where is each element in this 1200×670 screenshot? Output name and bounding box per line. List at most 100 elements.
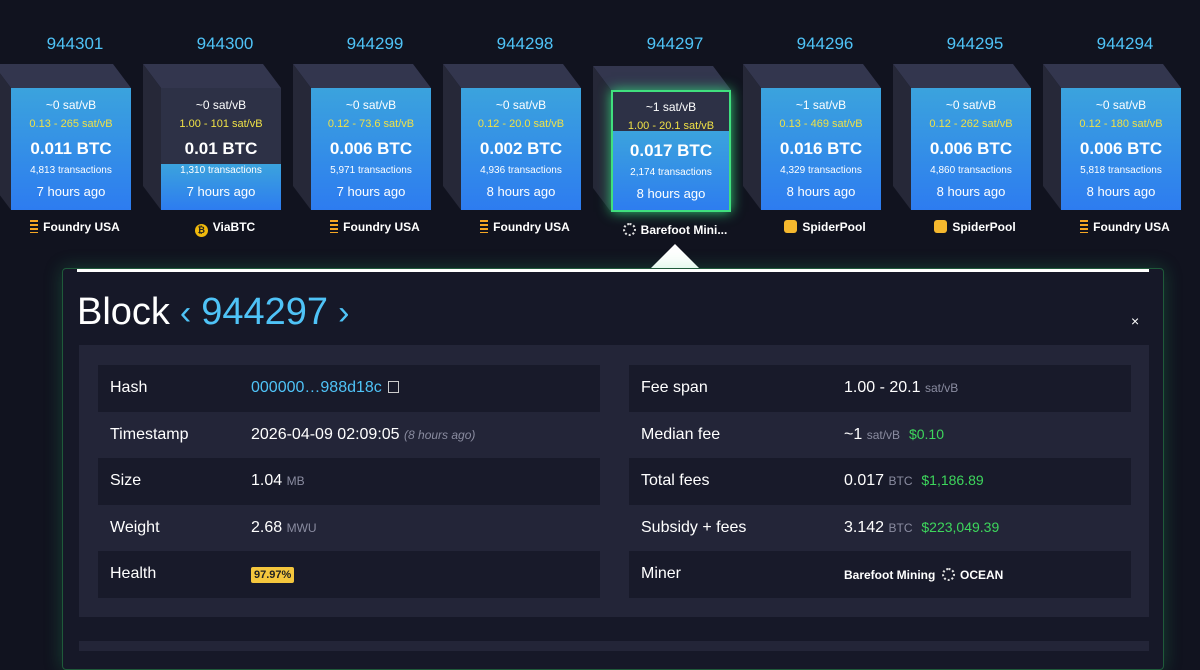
- block-cube-face[interactable]: ~0 sat/vB 0.13 - 265 sat/vB 0.011 BTC 4,813…: [11, 88, 131, 210]
- subsidy-usd: $223,049.39: [921, 518, 1000, 535]
- block-median-fee: ~0 sat/vB: [45, 98, 97, 112]
- subsidy-unit: BTC: [888, 520, 913, 535]
- subsidy-value: 3.142: [844, 518, 885, 536]
- block-tx-count: 4,813 transactions: [30, 165, 112, 176]
- block-cube-face[interactable]: ~0 sat/vB 0.12 - 20.0 sat/vB 0.002 BTC 4,93…: [461, 88, 581, 210]
- block-miner[interactable]: Foundry USA: [300, 220, 450, 234]
- ocean-icon: [622, 223, 636, 236]
- block-height-label[interactable]: 944301: [0, 34, 150, 54]
- block-fee-range: 0.12 - 262 sat/vB: [929, 118, 1013, 130]
- close-icon[interactable]: ×: [1131, 313, 1139, 329]
- panel-top-rule: [77, 269, 1149, 272]
- block-miner-name: Foundry USA: [1093, 220, 1170, 234]
- fee-span-label: Fee span: [641, 379, 708, 396]
- hash-label: Hash: [110, 379, 148, 396]
- block-cube[interactable]: ~1 sat/vB 0.13 - 469 sat/vB 0.016 BTC 4,329…: [743, 64, 881, 210]
- fee-span-unit: sat/vB: [924, 381, 959, 395]
- block-miner[interactable]: Barefoot Mini...: [600, 223, 750, 237]
- block-miner[interactable]: Foundry USA: [450, 220, 600, 234]
- block-height-label[interactable]: 944294: [1050, 34, 1200, 54]
- block-1[interactable]: 944300 ~0 sat/vB 1.00 - 101 sat/vB 0.01 BTC…: [143, 0, 300, 250]
- block-cube[interactable]: ~1 sat/vB 1.00 - 20.1 sat/vB 0.017 BTC 2,17…: [593, 66, 731, 212]
- blockchain-strip: 944301 ~0 sat/vB 0.13 - 265 sat/vB 0.011 BT…: [0, 0, 1200, 250]
- block-cube[interactable]: ~0 sat/vB 1.00 - 101 sat/vB 0.01 BTC 1,310 …: [143, 64, 281, 210]
- block-6[interactable]: 944295 ~0 sat/vB 0.12 - 262 sat/vB 0.006 BT…: [893, 0, 1050, 250]
- block-height-label[interactable]: 944297: [600, 34, 750, 54]
- block-median-fee: ~1 sat/vB: [795, 98, 847, 112]
- block-cube-top: [743, 64, 881, 88]
- block-height-label[interactable]: 944299: [300, 34, 450, 54]
- block-tx-count: 4,329 transactions: [780, 165, 862, 176]
- block-miner-name: Foundry USA: [343, 220, 420, 234]
- block-cube[interactable]: ~0 sat/vB 0.12 - 180 sat/vB 0.006 BTC 5,818…: [1043, 64, 1181, 210]
- total-fees-usd: $1,186.89: [921, 472, 984, 488]
- miner-row: Miner Barefoot Mining OCEAN: [629, 551, 1131, 598]
- timestamp-value: 2026-04-09 02:09:05: [251, 425, 400, 443]
- block-title-label: Block: [77, 291, 170, 333]
- block-cube-face[interactable]: ~0 sat/vB 0.12 - 73.6 sat/vB 0.006 BTC 5,97…: [311, 88, 431, 210]
- block-cube-face[interactable]: ~1 sat/vB 0.13 - 469 sat/vB 0.016 BTC 4,329…: [761, 88, 881, 210]
- spiderpool-icon: [784, 220, 798, 233]
- hash-link[interactable]: 000000…988d18c: [251, 379, 382, 396]
- block-total-fees: 0.006 BTC: [1079, 139, 1163, 158]
- block-time: 8 hours ago: [1086, 184, 1156, 199]
- block-7[interactable]: 944294 ~0 sat/vB 0.12 - 180 sat/vB 0.006 BT…: [1043, 0, 1200, 250]
- block-miner[interactable]: Foundry USA: [1050, 220, 1200, 234]
- block-cube-top: [893, 64, 1031, 88]
- miner-label: Miner: [641, 565, 682, 582]
- block-miner-name: SpiderPool: [802, 220, 866, 234]
- block-time: 8 hours ago: [786, 184, 856, 199]
- block-tx-count: 1,310 transactions: [180, 165, 262, 176]
- block-fee-range: 0.13 - 265 sat/vB: [29, 118, 113, 130]
- block-miner-name: Foundry USA: [493, 220, 570, 234]
- block-total-fees: 0.011 BTC: [30, 139, 112, 158]
- block-cube-face[interactable]: ~0 sat/vB 0.12 - 262 sat/vB 0.006 BTC 4,860…: [911, 88, 1031, 210]
- subsidy-row: Subsidy + fees 3.142 BTC $223,049.39: [629, 505, 1131, 552]
- block-cube[interactable]: ~0 sat/vB 0.12 - 262 sat/vB 0.006 BTC 4,860…: [893, 64, 1031, 210]
- block-title: Block ‹ 944297 ›: [77, 291, 359, 334]
- block-0[interactable]: 944301 ~0 sat/vB 0.13 - 265 sat/vB 0.011 BT…: [0, 0, 150, 250]
- block-cube-face[interactable]: ~0 sat/vB 0.12 - 180 sat/vB 0.006 BTC 5,818…: [1061, 88, 1181, 210]
- block-height-label[interactable]: 944296: [750, 34, 900, 54]
- block-time: 7 hours ago: [186, 184, 256, 199]
- prev-block-button[interactable]: ‹: [180, 294, 191, 332]
- block-height-label[interactable]: 944295: [900, 34, 1050, 54]
- miner-pool[interactable]: OCEAN: [960, 568, 1003, 582]
- timestamp-label: Timestamp: [110, 425, 189, 443]
- block-miner[interactable]: ₿ ViaBTC: [150, 220, 300, 237]
- fee-span-row: Fee span 1.00 - 20.1 sat/vB: [629, 365, 1131, 412]
- copy-icon[interactable]: [387, 381, 399, 393]
- block-cube[interactable]: ~0 sat/vB 0.12 - 73.6 sat/vB 0.006 BTC 5,97…: [293, 64, 431, 210]
- next-block-button[interactable]: ›: [338, 294, 349, 332]
- block-tx-count: 5,818 transactions: [1080, 165, 1162, 176]
- median-fee-usd: $0.10: [908, 425, 944, 442]
- weight-value: 2.68: [251, 518, 283, 536]
- fee-span-value: 1.00 - 20.1: [844, 379, 921, 396]
- median-fee-label: Median fee: [641, 425, 721, 443]
- block-3[interactable]: 944298 ~0 sat/vB 0.12 - 20.0 sat/vB 0.002 B…: [443, 0, 600, 250]
- block-4[interactable]: 944297 ~1 sat/vB 1.00 - 20.1 sat/vB 0.017 B…: [593, 0, 750, 250]
- size-row: Size 1.04 MB: [98, 458, 600, 505]
- block-fee-range: 0.12 - 180 sat/vB: [1079, 118, 1163, 130]
- foundry-icon: [30, 220, 39, 233]
- block-2[interactable]: 944299 ~0 sat/vB 0.12 - 73.6 sat/vB 0.006 B…: [293, 0, 450, 250]
- block-cube[interactable]: ~0 sat/vB 0.13 - 265 sat/vB 0.011 BTC 4,813…: [0, 64, 131, 210]
- block-miner[interactable]: SpiderPool: [750, 220, 900, 234]
- block-fee-range: 0.12 - 73.6 sat/vB: [327, 118, 415, 130]
- block-height-label[interactable]: 944298: [450, 34, 600, 54]
- block-cube[interactable]: ~0 sat/vB 0.12 - 20.0 sat/vB 0.002 BTC 4,93…: [443, 64, 581, 210]
- block-time: 8 hours ago: [486, 184, 556, 199]
- block-height: 944297: [201, 291, 329, 333]
- block-cube-face[interactable]: ~0 sat/vB 1.00 - 101 sat/vB 0.01 BTC 1,310 …: [161, 88, 281, 210]
- block-total-fees: 0.006 BTC: [929, 139, 1013, 158]
- block-tx-count: 5,971 transactions: [330, 165, 412, 176]
- total-fees-value: 0.017: [844, 472, 885, 489]
- spiderpool-icon: [934, 220, 948, 233]
- block-median-fee: ~0 sat/vB: [345, 98, 397, 112]
- block-miner[interactable]: SpiderPool: [900, 220, 1050, 234]
- block-5[interactable]: 944296 ~1 sat/vB 0.13 - 469 sat/vB 0.016 BT…: [743, 0, 900, 250]
- block-miner[interactable]: Foundry USA: [0, 220, 150, 234]
- miner-link[interactable]: Barefoot Mining: [844, 568, 935, 582]
- block-height-label[interactable]: 944300: [150, 34, 300, 54]
- block-detail-panel: Block ‹ 944297 › × Hash 000000…988d18c Time…: [62, 268, 1164, 670]
